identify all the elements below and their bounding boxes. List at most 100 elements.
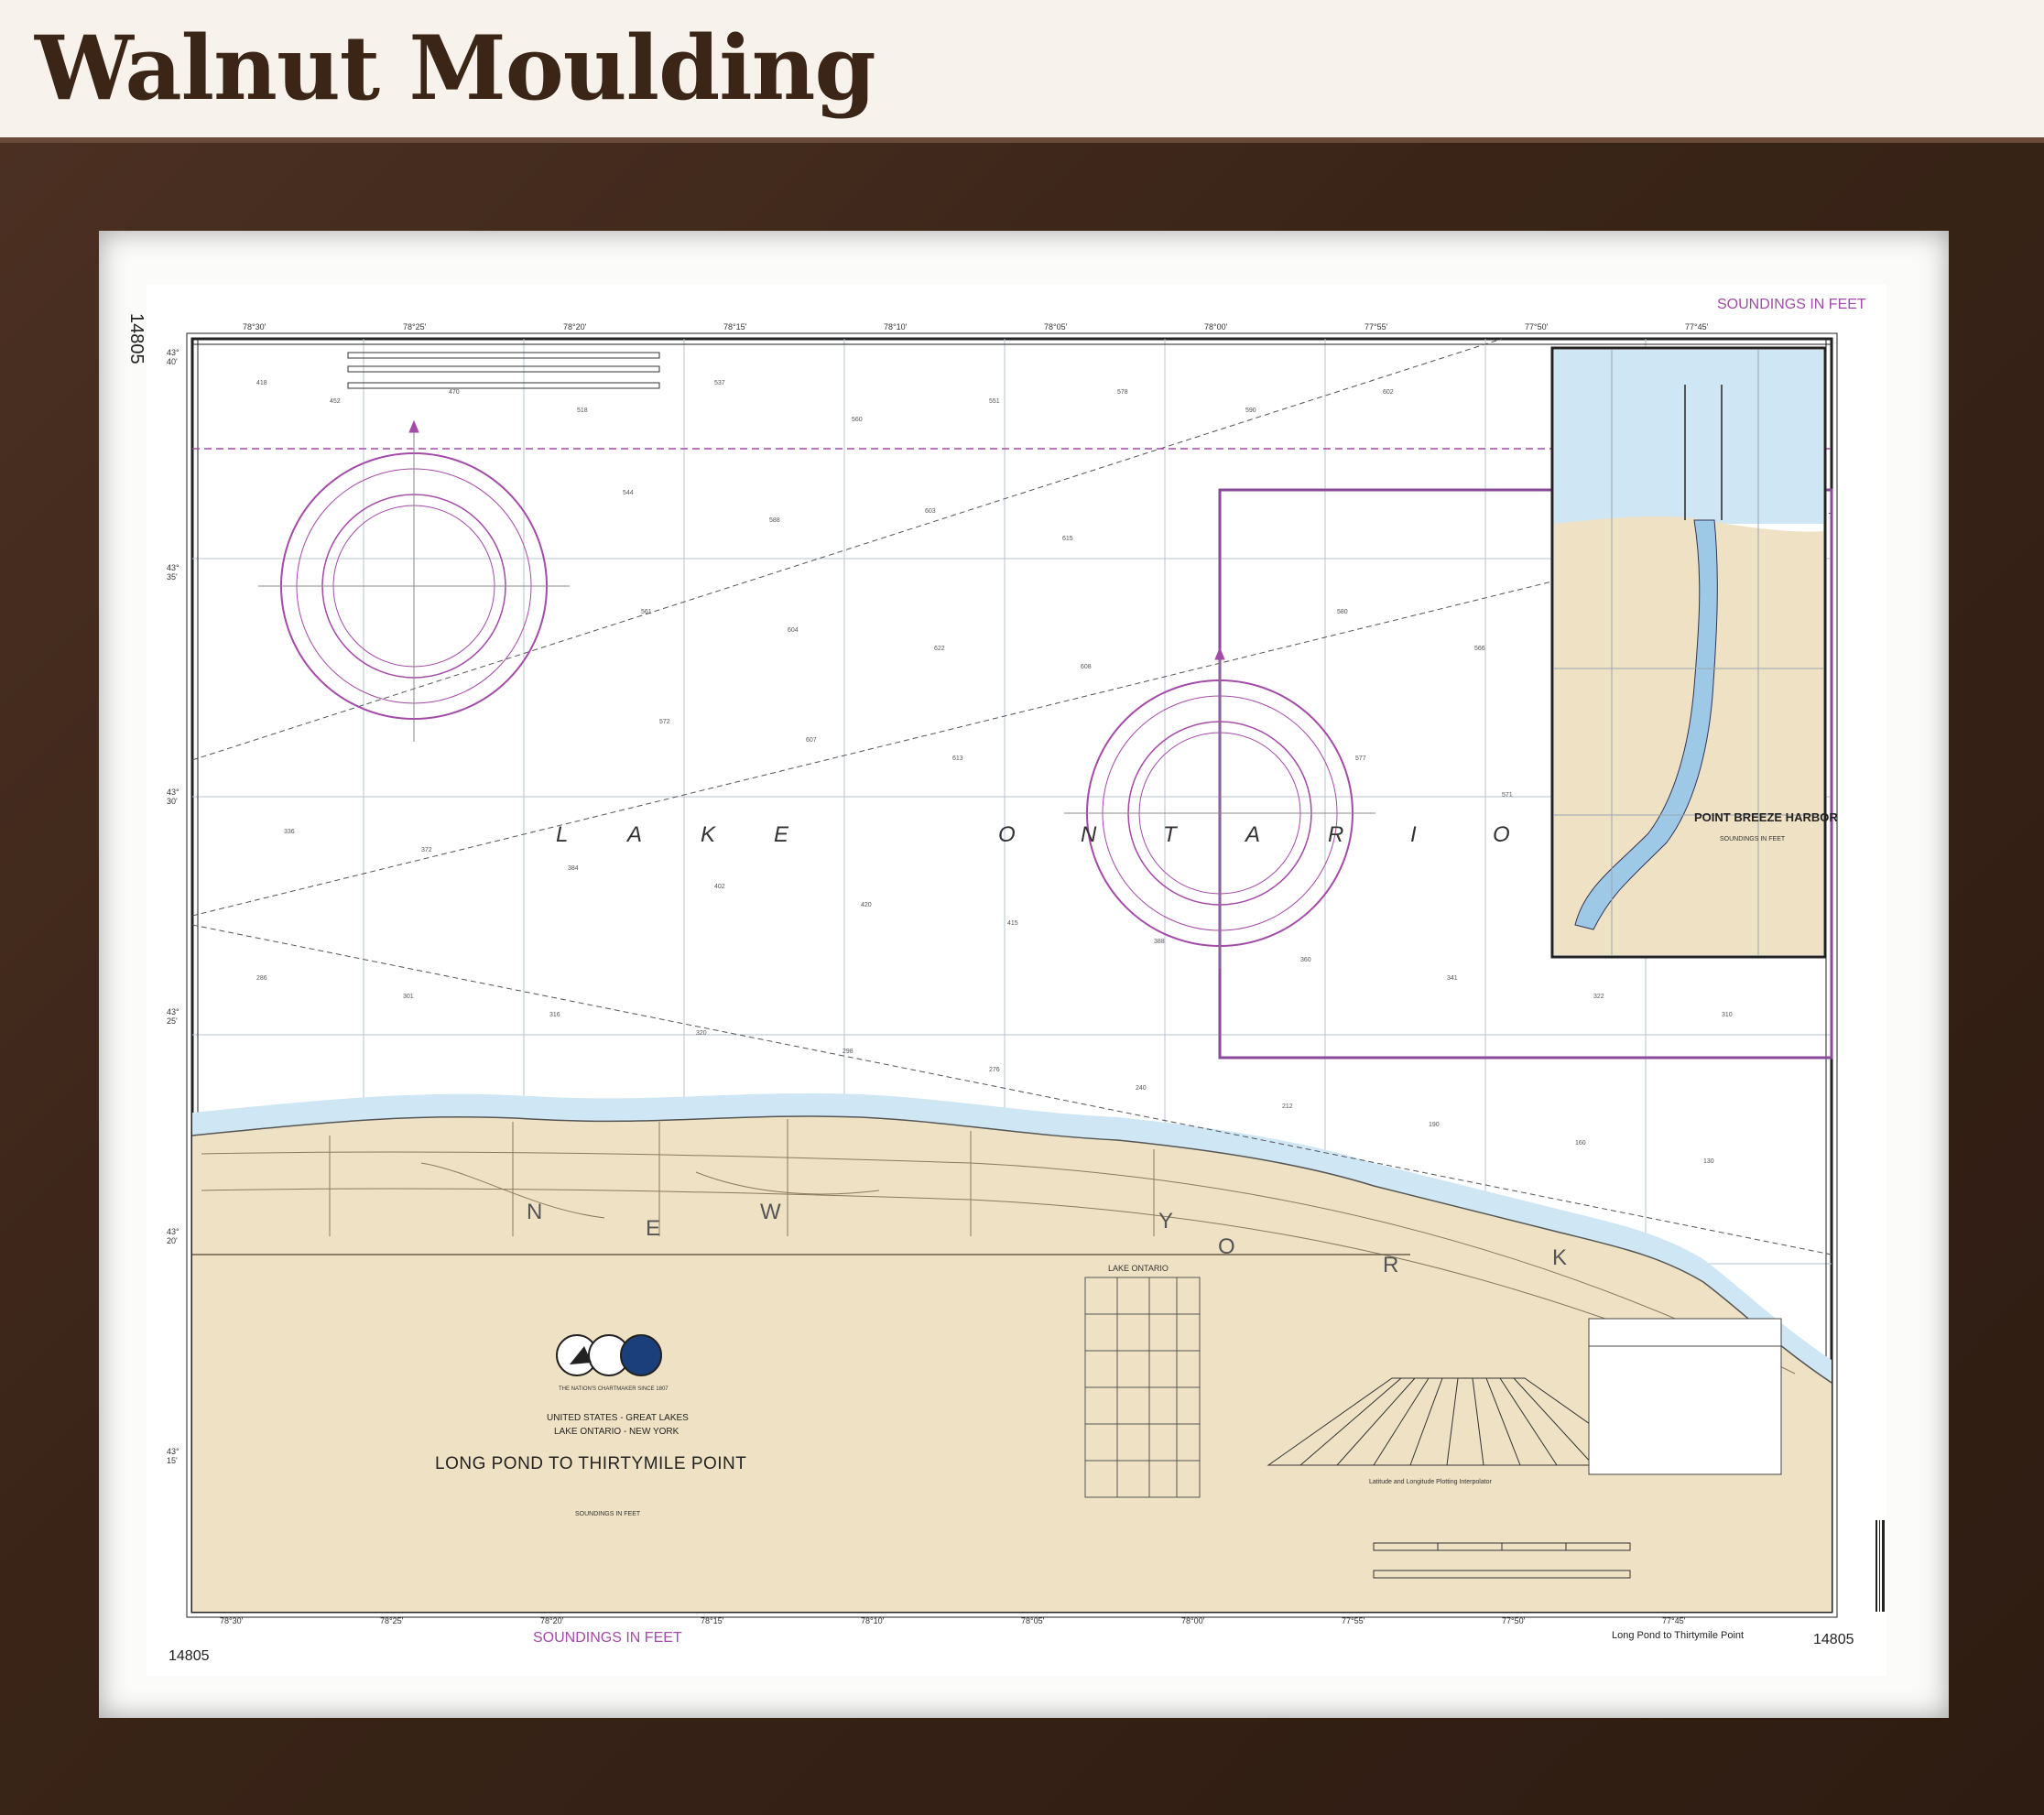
- svg-text:310: 310: [1722, 1012, 1733, 1018]
- svg-text:590: 590: [1245, 408, 1256, 414]
- svg-text:402: 402: [714, 884, 725, 890]
- lake-letter: I: [1410, 822, 1417, 847]
- svg-text:452: 452: [330, 398, 341, 405]
- svg-text:420: 420: [861, 902, 872, 908]
- svg-text:572: 572: [659, 719, 670, 725]
- state-letter: O: [1218, 1234, 1235, 1259]
- inset-soundings: SOUNDINGS IN FEET: [1720, 836, 1786, 842]
- soundings-label-top: SOUNDINGS IN FEET: [1717, 297, 1866, 312]
- svg-text:537: 537: [714, 380, 725, 386]
- lon-label-bottom: 78°25': [380, 1616, 404, 1625]
- svg-text:160: 160: [1575, 1140, 1586, 1147]
- svg-text:301: 301: [403, 994, 414, 1000]
- svg-text:578: 578: [1117, 389, 1128, 396]
- lat-label: 43° 15': [167, 1447, 179, 1465]
- lat-label: 43° 30': [167, 788, 179, 806]
- svg-text:298: 298: [843, 1049, 853, 1055]
- svg-text:240: 240: [1136, 1085, 1147, 1092]
- lake-letter: R: [1328, 822, 1344, 847]
- state-letter: E: [646, 1216, 661, 1241]
- lake-letter: O: [1493, 822, 1510, 847]
- svg-text:316: 316: [549, 1012, 560, 1018]
- title-line-1: UNITED STATES - GREAT LAKES: [547, 1413, 689, 1423]
- chart-drawing: 418452470 518537560 551578590 602544588 …: [186, 332, 1885, 1618]
- svg-text:190: 190: [1429, 1122, 1440, 1128]
- inset-title: POINT BREEZE HARBOR: [1694, 810, 1838, 824]
- product-title: Walnut Moulding: [35, 16, 876, 120]
- svg-text:470: 470: [449, 389, 460, 396]
- svg-text:372: 372: [421, 847, 432, 853]
- svg-text:608: 608: [1081, 664, 1092, 670]
- svg-text:286: 286: [256, 975, 267, 982]
- lake-graph-title: LAKE ONTARIO: [1108, 1264, 1169, 1273]
- lon-label-top: 78°15': [723, 322, 747, 331]
- state-letter: N: [527, 1200, 543, 1224]
- seal-caption: THE NATION'S CHARTMAKER SINCE 1807: [559, 1386, 669, 1392]
- lon-label-top: 78°25': [403, 322, 427, 331]
- lon-label-top: 78°20': [563, 322, 587, 331]
- lon-label-bottom: 78°10': [861, 1616, 885, 1625]
- svg-text:602: 602: [1383, 389, 1394, 396]
- lon-label-bottom: 78°15': [701, 1616, 724, 1625]
- svg-text:276: 276: [989, 1067, 1000, 1073]
- lon-label-bottom: 77°55': [1342, 1616, 1365, 1625]
- svg-text:341: 341: [1447, 975, 1458, 982]
- svg-text:560: 560: [852, 417, 863, 423]
- footer-title: Long Pond to Thirtymile Point: [1612, 1630, 1745, 1641]
- lon-label-bottom: 78°20': [540, 1616, 564, 1625]
- title-line-2: LAKE ONTARIO - NEW YORK: [554, 1427, 680, 1437]
- state-letter: Y: [1158, 1209, 1174, 1234]
- lake-letter: A: [627, 822, 643, 847]
- svg-text:604: 604: [788, 627, 799, 634]
- lon-label-top: 78°30': [243, 322, 266, 331]
- svg-text:561: 561: [641, 609, 652, 615]
- svg-text:415: 415: [1007, 920, 1018, 927]
- title-soundings: SOUNDINGS IN FEET: [575, 1511, 641, 1517]
- lon-label-top: 78°10': [884, 322, 908, 331]
- lon-label-bottom: 77°50': [1502, 1616, 1526, 1625]
- lake-letter: L: [556, 822, 569, 847]
- svg-text:320: 320: [696, 1030, 707, 1037]
- lat-label: 43° 40': [167, 348, 179, 366]
- chart-number-vertical: 14805: [126, 313, 147, 364]
- lon-label-top: 78°00': [1204, 322, 1228, 331]
- source-diagram: [1588, 1318, 1782, 1475]
- svg-text:130: 130: [1703, 1158, 1714, 1165]
- lon-label-bottom: 78°30': [220, 1616, 244, 1625]
- frame-top-edge: [0, 137, 2044, 143]
- lake-letter: K: [701, 822, 716, 847]
- svg-text:212: 212: [1282, 1103, 1293, 1110]
- svg-text:571: 571: [1502, 792, 1513, 799]
- lat-label: 43° 35': [167, 563, 179, 581]
- svg-text:518: 518: [577, 408, 588, 414]
- svg-text:566: 566: [1474, 646, 1485, 652]
- svg-text:607: 607: [806, 737, 817, 744]
- svg-text:622: 622: [934, 646, 945, 652]
- svg-text:322: 322: [1593, 994, 1604, 1000]
- lon-label-bottom: 78°05': [1021, 1616, 1045, 1625]
- lake-letter: E: [774, 822, 789, 847]
- svg-text:418: 418: [256, 380, 267, 386]
- main-title: LONG POND TO THIRTYMILE POINT: [435, 1454, 747, 1473]
- lat-label: 43° 20': [167, 1227, 179, 1245]
- svg-text:613: 613: [952, 755, 963, 762]
- svg-text:551: 551: [989, 398, 1000, 405]
- svg-text:388: 388: [1154, 939, 1165, 945]
- svg-text:544: 544: [623, 490, 634, 496]
- noaa-seals: [556, 1334, 662, 1376]
- svg-text:588: 588: [769, 517, 780, 524]
- state-letter: R: [1383, 1253, 1399, 1277]
- svg-text:384: 384: [568, 865, 579, 872]
- soundings-label-bottom: SOUNDINGS IN FEET: [533, 1630, 682, 1646]
- lake-letter: N: [1081, 822, 1097, 847]
- lon-label-top: 77°45': [1685, 322, 1709, 331]
- svg-text:615: 615: [1062, 536, 1073, 542]
- lon-label-top: 78°05': [1044, 322, 1068, 331]
- state-letter: W: [760, 1200, 781, 1224]
- lon-label-bottom: 78°00': [1181, 1616, 1205, 1625]
- lon-label-top: 77°55': [1364, 322, 1388, 331]
- lon-label-top: 77°50': [1525, 322, 1549, 331]
- svg-text:336: 336: [284, 829, 295, 835]
- lake-letter: T: [1163, 822, 1177, 847]
- lake-letter: O: [998, 822, 1016, 847]
